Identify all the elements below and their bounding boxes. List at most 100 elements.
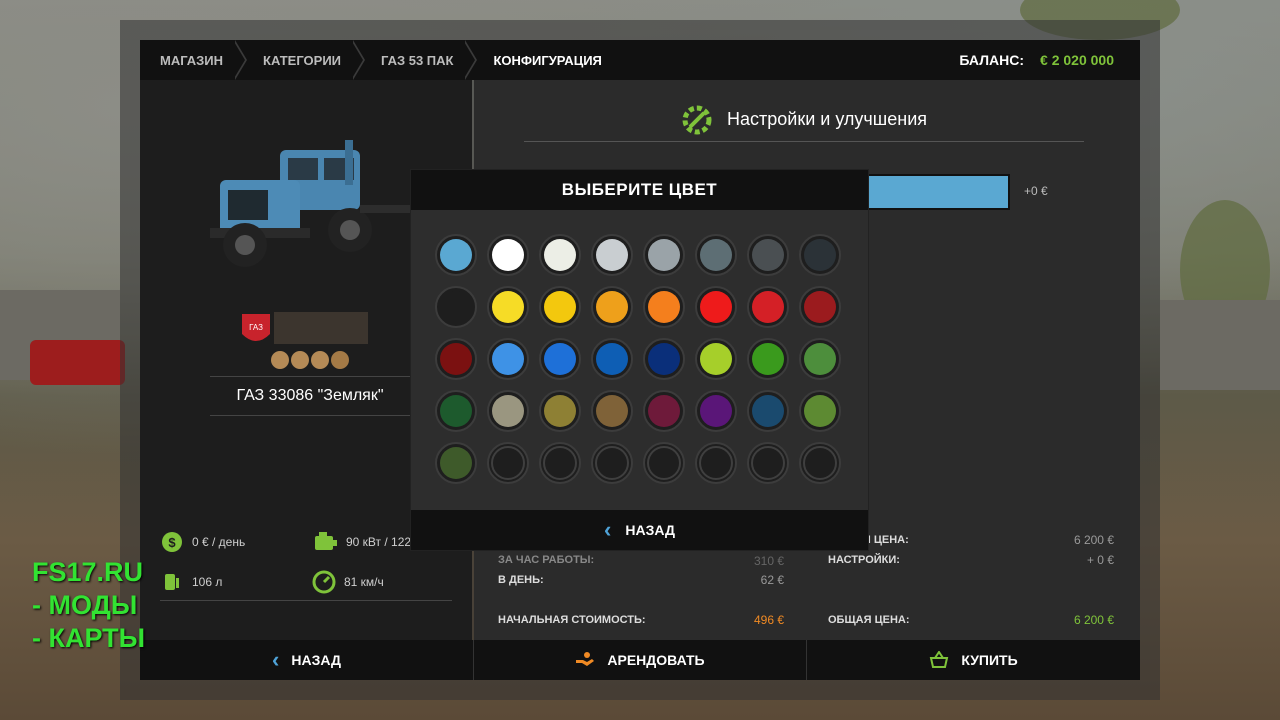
swatch-fill [700, 291, 732, 323]
swatch-fill [491, 446, 525, 480]
swatch-fill [804, 395, 836, 427]
lease-button[interactable]: АРЕНДОВАТЬ [474, 640, 807, 680]
watermark-line: - КАРТЫ [32, 623, 146, 653]
back-button[interactable]: ‹ НАЗАД [140, 640, 474, 680]
swatch-fill [440, 395, 472, 427]
stat-speed: 81 км/ч [312, 570, 384, 594]
swatch-fill [804, 239, 836, 271]
color-swatch[interactable] [695, 390, 737, 432]
stat-fuel: 106 л [160, 570, 222, 594]
color-swatch[interactable] [643, 234, 685, 276]
config-price-label: НАСТРОЙКИ: [828, 554, 900, 566]
color-swatch-grid [435, 234, 841, 484]
color-swatch[interactable] [539, 338, 581, 380]
swatch-fill [752, 291, 784, 323]
swatch-fill [648, 395, 680, 427]
swatch-fill [596, 395, 628, 427]
truck-image [210, 140, 415, 267]
total-price-value: 6 200 € [1073, 613, 1114, 627]
swatch-fill [492, 239, 524, 271]
color-option-selector[interactable] [864, 174, 1010, 210]
color-swatch[interactable] [695, 286, 737, 328]
color-swatch[interactable] [435, 286, 477, 328]
swatch-fill [544, 239, 576, 271]
stat-power-value: 90 кВт / 122 [346, 535, 412, 549]
color-swatch[interactable] [539, 390, 581, 432]
color-swatch[interactable] [487, 286, 529, 328]
per-hour-value: 310 € [753, 554, 784, 568]
base-price-value: 6 200 € [1073, 533, 1114, 547]
color-swatch[interactable] [643, 286, 685, 328]
color-swatch[interactable] [591, 338, 633, 380]
buy-button[interactable]: КУПИТЬ [807, 640, 1140, 680]
color-picker-dialog: ВЫБЕРИТЕ ЦВЕТ ‹ НАЗАД [411, 170, 868, 550]
basket-icon [930, 651, 949, 668]
swatch-fill [804, 343, 836, 375]
color-swatch[interactable] [799, 390, 841, 432]
vehicle-name: ГАЗ 33086 "Земляк" [210, 376, 410, 416]
swatch-fill [543, 446, 577, 480]
wrench-gear-icon [682, 105, 712, 134]
swatch-fill [595, 446, 629, 480]
color-swatch[interactable] [747, 286, 789, 328]
color-swatch[interactable] [539, 286, 581, 328]
dialog-back-button[interactable]: ‹ НАЗАД [411, 510, 868, 550]
swatch-fill [544, 343, 576, 375]
svg-text:$: $ [168, 535, 176, 550]
empty-color-slot [487, 442, 529, 484]
swatch-fill [699, 446, 733, 480]
chevron-left-icon: ‹ [272, 647, 280, 672]
color-swatch[interactable] [487, 390, 529, 432]
settings-title: Настройки и улучшения [727, 109, 927, 129]
color-swatch[interactable] [435, 390, 477, 432]
money-gear-icon: $ [162, 532, 182, 552]
stat-upkeep: $ 0 € / день [160, 530, 245, 554]
dialog-title: ВЫБЕРИТЕ ЦВЕТ [411, 170, 868, 210]
lease-button-label: АРЕНДОВАТЬ [607, 652, 705, 668]
swatch-fill [648, 343, 680, 375]
watermark: FS17.RU - МОДЫ - КАРТЫ [32, 556, 145, 655]
color-swatch[interactable] [695, 338, 737, 380]
swatch-fill [648, 291, 680, 323]
color-swatch[interactable] [747, 390, 789, 432]
swatch-fill [700, 239, 732, 271]
total-price-label: ОБЩАЯ ЦЕНА: [828, 614, 910, 626]
color-swatch[interactable] [799, 234, 841, 276]
color-swatch[interactable] [487, 338, 529, 380]
color-swatch[interactable] [643, 390, 685, 432]
dialog-back-label: НАЗАД [625, 522, 675, 538]
swatch-fill [752, 239, 784, 271]
swatch-fill [596, 239, 628, 271]
breadcrumb-shop[interactable]: МАГАЗИН [140, 40, 248, 80]
color-swatch[interactable] [435, 234, 477, 276]
color-swatch[interactable] [487, 234, 529, 276]
swatch-fill [596, 343, 628, 375]
breadcrumb: МАГАЗИН КАТЕГОРИИ ГАЗ 53 ПАК КОНФИГУРАЦИ… [140, 40, 1140, 80]
color-swatch[interactable] [435, 338, 477, 380]
color-swatch[interactable] [747, 338, 789, 380]
breadcrumb-configuration: КОНФИГУРАЦИЯ [493, 52, 602, 68]
engine-icon [315, 532, 337, 550]
color-swatch[interactable] [695, 234, 737, 276]
swatch-fill [596, 291, 628, 323]
color-swatch[interactable] [435, 442, 477, 484]
empty-color-slot [643, 442, 685, 484]
color-swatch[interactable] [591, 286, 633, 328]
color-swatch[interactable] [799, 286, 841, 328]
initial-cost-value: 496 € [753, 613, 784, 627]
color-swatch[interactable] [591, 390, 633, 432]
breadcrumb-categories[interactable]: КАТЕГОРИИ [243, 40, 365, 80]
breadcrumb-pack[interactable]: ГАЗ 53 ПАК [361, 40, 478, 80]
stat-upkeep-value: 0 € / день [192, 535, 246, 549]
swatch-fill [751, 446, 785, 480]
color-swatch[interactable] [799, 338, 841, 380]
swatch-fill [544, 395, 576, 427]
color-swatch[interactable] [539, 234, 581, 276]
swatch-fill [440, 447, 472, 479]
color-swatch[interactable] [591, 234, 633, 276]
initial-cost-label: НАЧАЛЬНАЯ СТОИМОСТЬ: [498, 614, 646, 626]
stat-fuel-value: 106 л [192, 575, 223, 589]
color-swatch[interactable] [747, 234, 789, 276]
watermark-line: FS17.RU [32, 557, 144, 587]
color-swatch[interactable] [643, 338, 685, 380]
